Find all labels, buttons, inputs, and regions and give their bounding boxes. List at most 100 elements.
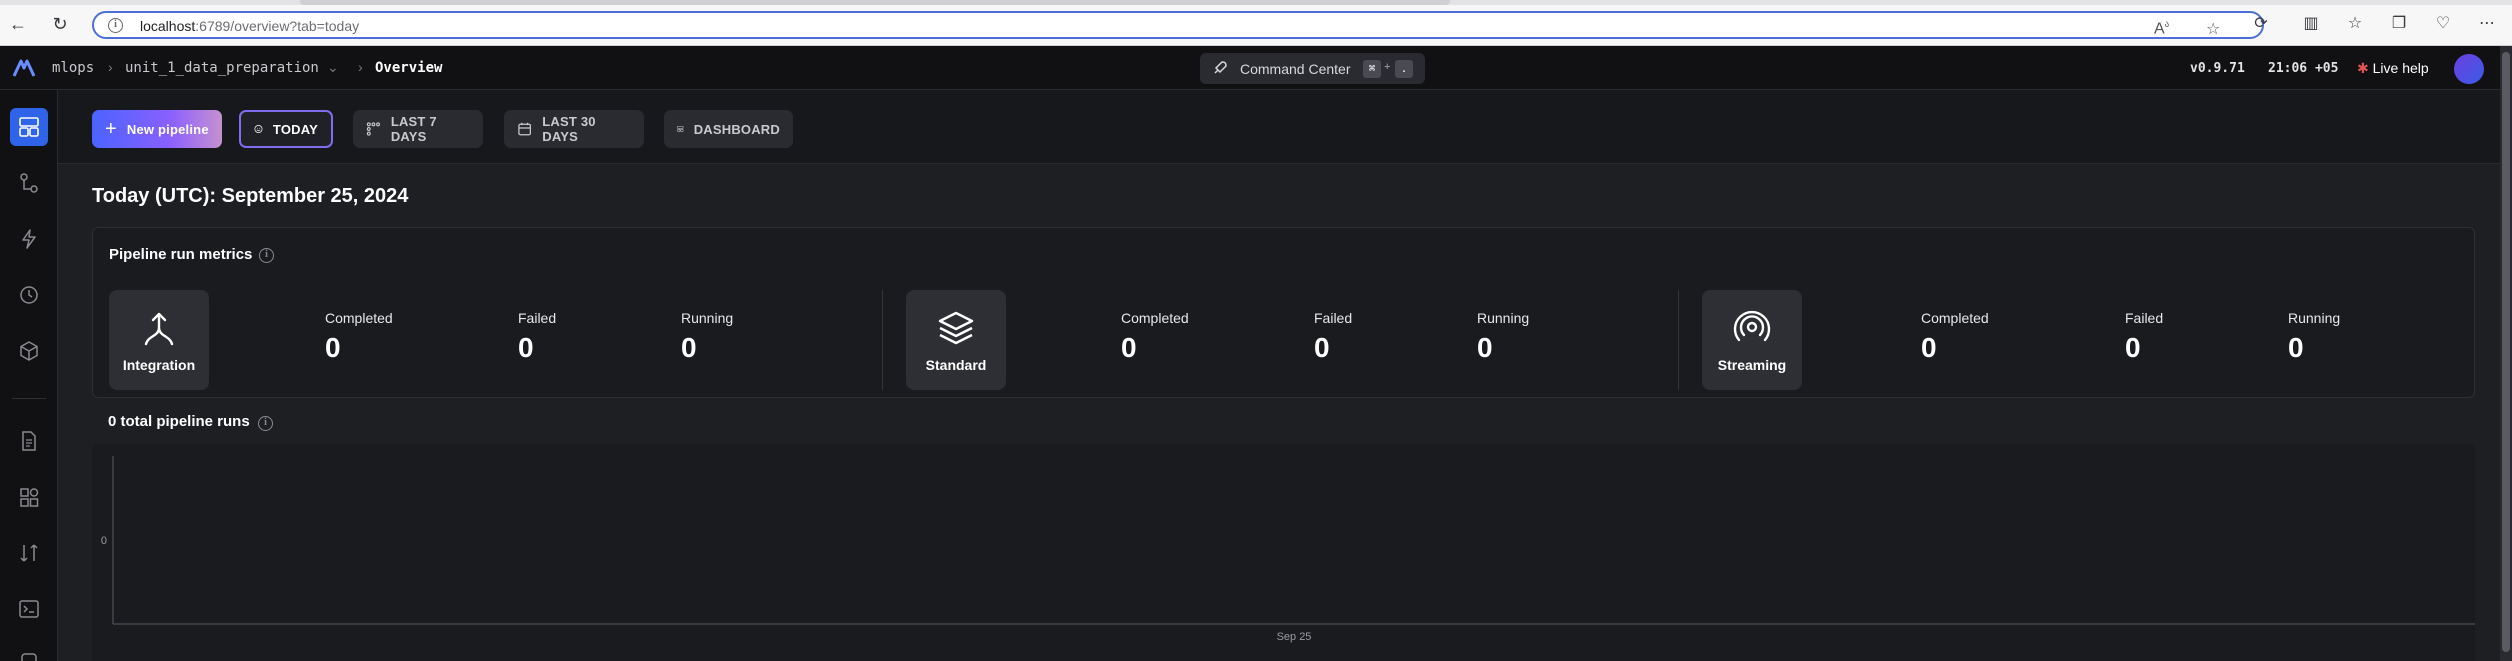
extensions-icon[interactable]: ⟳ [2252,15,2270,33]
calendar-grid-icon [366,122,380,136]
breadcrumb-brand[interactable]: mlops [52,60,94,76]
tab-dashboard[interactable]: DASHBOARD [664,110,793,148]
sidebar-item-overview[interactable] [10,108,48,146]
sidebar-item-more[interactable] [10,642,48,661]
metric-running: Running 0 [1477,310,1529,364]
metric-completed: Completed 0 [1121,310,1189,364]
tab-dashboard-label: DASHBOARD [693,121,780,137]
group-divider [882,290,883,390]
sidebar-item-files[interactable] [10,422,48,460]
chart-canvas: 0 Sep 25 [101,456,2475,643]
main-content: + New pipeline TODAY LAST 7 DAYS LAST 30… [58,90,2500,661]
metric-value: 0 [1121,332,1137,363]
page-title: Today (UTC): September 25, 2024 [92,185,409,207]
sidebar-item-pipelines[interactable] [10,164,48,202]
metric-value: 0 [1314,332,1330,363]
metric-failed: Failed 0 [2125,310,2163,364]
page-scrollbar[interactable] [2500,46,2512,661]
more-menu-icon[interactable]: ⋯ [2478,15,2496,33]
sidebar-item-templates[interactable] [10,478,48,516]
info-icon[interactable]: i [258,416,273,431]
breadcrumb-project[interactable]: unit_1_data_preparation [125,60,319,76]
layers-icon [937,310,975,353]
lightning-icon [22,229,36,249]
group-divider [1678,290,1679,390]
metric-label: Running [1477,310,1530,326]
metric-value: 0 [2125,332,2141,363]
settings-icon [21,653,37,661]
metric-failed: Failed 0 [1314,310,1352,364]
favorite-star-icon[interactable]: ☆ [2206,19,2220,39]
sidebar-item-version-control[interactable] [10,534,48,572]
tab-today[interactable]: TODAY [239,110,333,148]
live-help-link[interactable]: ✱ Live help [2357,60,2429,77]
breadcrumb-separator-icon: › [108,59,113,75]
pipeline-runs-title: 0 total pipeline runs [108,413,250,430]
metric-failed: Failed 0 [518,310,556,364]
pipeline-run-metrics-card: Pipeline run metrics i Integration Compl… [92,227,2475,398]
reload-icon[interactable]: ↻ [50,14,70,34]
split-screen-icon[interactable]: ▥ [2302,15,2320,33]
app-header: mlops › unit_1_data_preparation ⌄ › Over… [0,46,2500,90]
browser-tab[interactable] [300,0,1450,5]
terminal-icon [19,600,39,618]
url-path: :6789/overview?tab=today [195,18,360,34]
metric-label: Running [2288,310,2341,326]
tab-last-7-days-label: LAST 7 DAYS [390,114,437,144]
metric-value: 0 [2288,332,2304,363]
metric-label: Completed [1921,310,1989,326]
metric-value: 0 [1921,332,1937,363]
avatar[interactable] [2454,54,2484,84]
x-tick-label: Sep 25 [1277,631,1312,643]
plus-icon: + [105,118,117,140]
metric-label: Running [681,310,734,326]
overview-toolbar: + New pipeline TODAY LAST 7 DAYS LAST 30… [58,90,2500,164]
git-branch-icon [20,544,38,562]
command-center-button[interactable]: Command Center ⌘ + . [1200,53,1425,84]
shapes-icon [20,488,39,507]
shortcut-plus: + [1384,61,1391,73]
chevron-down-icon[interactable]: ⌄ [327,59,339,76]
metrics-title: Pipeline run metrics [109,246,253,263]
read-aloud-icon[interactable]: Aა [2154,19,2169,38]
tab-last-7-days[interactable]: LAST 7 DAYS [353,110,483,148]
pipeline-type-label: Integration [122,357,196,373]
pipeline-type-label: Standard [925,357,987,373]
breadcrumb-page: Overview [375,60,443,76]
version-label: v0.9.71 [2190,61,2245,76]
site-info-icon[interactable]: i [108,18,123,33]
url-host: localhost [140,18,196,34]
slack-icon: ✱ [2357,60,2369,76]
overview-icon [19,117,39,137]
metric-label: Failed [1314,310,1353,326]
cube-icon [20,341,38,361]
y-tick-label: 0 [101,535,107,547]
tab-last-30-days-label: LAST 30 DAYS [542,114,596,144]
browser-essentials-icon[interactable]: ♡ [2434,15,2452,33]
scrollbar-thumb[interactable] [2502,52,2510,652]
sidebar-divider [12,398,46,399]
pipeline-type-label: Streaming [1717,357,1787,373]
metric-running: Running 0 [681,310,733,364]
sidebar-item-blocks[interactable] [10,332,48,370]
url-text[interactable]: localhost:6789/overview?tab=today [140,18,359,34]
breadcrumb-separator-icon: › [358,59,363,75]
favorites-icon[interactable]: ☆ [2346,15,2364,33]
sidebar-item-terminal[interactable] [10,590,48,628]
smiley-icon [254,125,263,133]
info-icon[interactable]: i [259,248,274,263]
shortcut-key-period: . [1395,60,1413,78]
back-icon[interactable]: ← [8,14,28,34]
calendar-icon [518,122,531,136]
metric-label: Completed [1121,310,1189,326]
collections-icon[interactable]: ❐ [2390,15,2408,33]
metric-label: Completed [325,310,393,326]
metric-label: Failed [2125,310,2164,326]
sidebar-item-pipeline-runs[interactable] [10,276,48,314]
new-pipeline-button[interactable]: + New pipeline [92,110,222,148]
address-bar[interactable]: i localhost:6789/overview?tab=today Aა ☆ [92,11,2264,39]
clock-label: 21:06 +05 [2268,61,2339,76]
tab-last-30-days[interactable]: LAST 30 DAYS [504,110,644,148]
sidebar-item-triggers[interactable] [10,220,48,258]
mage-logo-icon[interactable] [12,58,36,83]
